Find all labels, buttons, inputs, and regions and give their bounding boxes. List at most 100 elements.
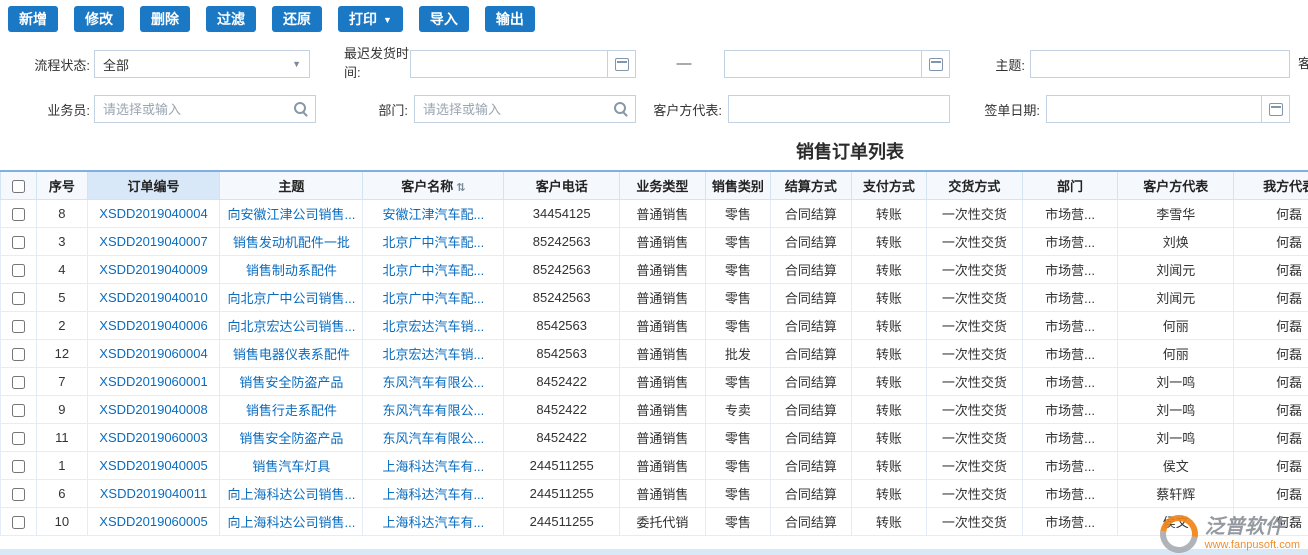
row-checkbox[interactable]: [12, 432, 25, 445]
column-header-sale_cat[interactable]: 销售类别: [705, 171, 770, 199]
order_no-link[interactable]: XSDD2019040010: [99, 290, 207, 305]
subject-link[interactable]: 销售安全防盗产品: [239, 431, 343, 446]
print-button[interactable]: 打印▼: [338, 6, 403, 32]
select-all-checkbox[interactable]: [12, 180, 25, 193]
customer-link[interactable]: 上海科达汽车有...: [382, 515, 484, 530]
process-status-select[interactable]: 全部 ▼: [94, 50, 310, 78]
cell-order_no: XSDD2019040007: [87, 227, 220, 255]
calendar-button[interactable]: [1261, 96, 1289, 122]
customer-link[interactable]: 上海科达汽车有...: [382, 459, 484, 474]
column-label: 交货方式: [948, 179, 1000, 194]
sign-date-input[interactable]: [1047, 96, 1261, 122]
add-button[interactable]: 新增: [8, 6, 58, 32]
order_no-link[interactable]: XSDD2019040005: [99, 458, 207, 473]
subject-link[interactable]: 向上海科达公司销售...: [227, 515, 355, 530]
order_no-link[interactable]: XSDD2019040008: [99, 402, 207, 417]
bottom-strip: [0, 549, 1308, 555]
sort-icon[interactable]: ⇅: [456, 182, 465, 194]
subject-link[interactable]: 销售汽车灯具: [252, 459, 330, 474]
subject-link[interactable]: 向北京宏达公司销售...: [227, 319, 355, 334]
customer-link[interactable]: 北京广中汽车配...: [382, 235, 484, 250]
subject-link[interactable]: 销售安全防盗产品: [239, 375, 343, 390]
row-checkbox[interactable]: [12, 376, 25, 389]
column-header-cust_rep[interactable]: 客户方代表: [1118, 171, 1234, 199]
column-header-dept[interactable]: 部门: [1022, 171, 1118, 199]
subject-link[interactable]: 销售制动系配件: [246, 263, 337, 278]
customer-link[interactable]: 东风汽车有限公...: [382, 375, 484, 390]
order_no-link[interactable]: XSDD2019040009: [99, 262, 207, 277]
subject-link[interactable]: 销售发动机配件一批: [233, 235, 350, 250]
subject-input[interactable]: [1030, 50, 1290, 78]
customer-link[interactable]: 安徽江津汽车配...: [382, 207, 484, 222]
column-label: 客户电话: [536, 179, 588, 194]
column-header-order_no[interactable]: 订单编号: [87, 171, 220, 199]
delete-button[interactable]: 删除: [140, 6, 190, 32]
edit-button[interactable]: 修改: [74, 6, 124, 32]
filter-button[interactable]: 过滤: [206, 6, 256, 32]
salesman-input[interactable]: [94, 95, 316, 123]
row-checkbox[interactable]: [12, 320, 25, 333]
calendar-button[interactable]: [607, 51, 635, 77]
cell-sale_cat: 零售: [705, 479, 770, 507]
restore-button[interactable]: 还原: [272, 6, 322, 32]
subject-link[interactable]: 销售行走系配件: [246, 403, 337, 418]
order_no-link[interactable]: XSDD2019060005: [99, 514, 207, 529]
customer-link[interactable]: 东风汽车有限公...: [382, 431, 484, 446]
import-button[interactable]: 导入: [419, 6, 469, 32]
subject-link[interactable]: 向北京广中公司销售...: [227, 291, 355, 306]
subject-link[interactable]: 销售电器仪表系配件: [233, 347, 350, 362]
row-checkbox[interactable]: [12, 488, 25, 501]
order_no-link[interactable]: XSDD2019040011: [100, 486, 207, 501]
column-header-phone[interactable]: 客户电话: [504, 171, 620, 199]
row-checkbox[interactable]: [12, 460, 25, 473]
order_no-link[interactable]: XSDD2019060004: [99, 346, 207, 361]
row-checkbox[interactable]: [12, 404, 25, 417]
customer-rep-input[interactable]: [728, 95, 950, 123]
cell-customer: 北京广中汽车配...: [363, 227, 504, 255]
row-checkbox[interactable]: [12, 348, 25, 361]
calendar-button[interactable]: [921, 51, 949, 77]
column-header-biz_type[interactable]: 业务类型: [620, 171, 706, 199]
search-icon[interactable]: [294, 102, 308, 116]
column-header-subject[interactable]: 主题: [220, 171, 363, 199]
cell-cust_rep: 刘一鸣: [1118, 395, 1234, 423]
row-checkbox[interactable]: [12, 264, 25, 277]
order_no-link[interactable]: XSDD2019060001: [99, 374, 207, 389]
column-header-delivery[interactable]: 交货方式: [927, 171, 1023, 199]
order_no-link[interactable]: XSDD2019040004: [99, 206, 207, 221]
department-input[interactable]: [414, 95, 636, 123]
subject-link[interactable]: 向安徽江津公司销售...: [227, 207, 355, 222]
column-header-customer[interactable]: 客户名称⇅: [363, 171, 504, 199]
order_no-link[interactable]: XSDD2019040007: [99, 234, 207, 249]
customer-link[interactable]: 北京广中汽车配...: [382, 291, 484, 306]
column-label: 销售类别: [712, 179, 764, 194]
row-checkbox[interactable]: [12, 208, 25, 221]
customer-link[interactable]: 上海科达汽车有...: [382, 487, 484, 502]
cell-cust_rep: 李雪华: [1118, 199, 1234, 227]
search-icon[interactable]: [614, 102, 628, 116]
customer-link[interactable]: 东风汽车有限公...: [382, 403, 484, 418]
row-select-cell: [1, 451, 37, 479]
cell-no: 7: [37, 367, 87, 395]
column-header-our_rep[interactable]: 我方代表: [1234, 171, 1308, 199]
customer-link[interactable]: 北京宏达汽车销...: [382, 319, 484, 334]
order_no-link[interactable]: XSDD2019040006: [99, 318, 207, 333]
cell-subject: 向上海科达公司销售...: [220, 479, 363, 507]
subject-link[interactable]: 向上海科达公司销售...: [227, 487, 355, 502]
column-label: 业务类型: [636, 179, 688, 194]
export-button[interactable]: 输出: [485, 6, 535, 32]
order_no-link[interactable]: XSDD2019060003: [99, 430, 207, 445]
cell-pay: 转账: [851, 311, 927, 339]
cell-settle: 合同结算: [771, 423, 852, 451]
row-checkbox[interactable]: [12, 236, 25, 249]
row-checkbox[interactable]: [12, 292, 25, 305]
cell-subject: 向北京宏达公司销售...: [220, 311, 363, 339]
column-header-settle[interactable]: 结算方式: [771, 171, 852, 199]
latest-delivery-to-input[interactable]: [725, 51, 921, 77]
column-header-no[interactable]: 序号: [37, 171, 87, 199]
latest-delivery-from-input[interactable]: [411, 51, 607, 77]
customer-link[interactable]: 北京广中汽车配...: [382, 263, 484, 278]
column-header-pay[interactable]: 支付方式: [851, 171, 927, 199]
customer-link[interactable]: 北京宏达汽车销...: [382, 347, 484, 362]
row-checkbox[interactable]: [12, 516, 25, 529]
